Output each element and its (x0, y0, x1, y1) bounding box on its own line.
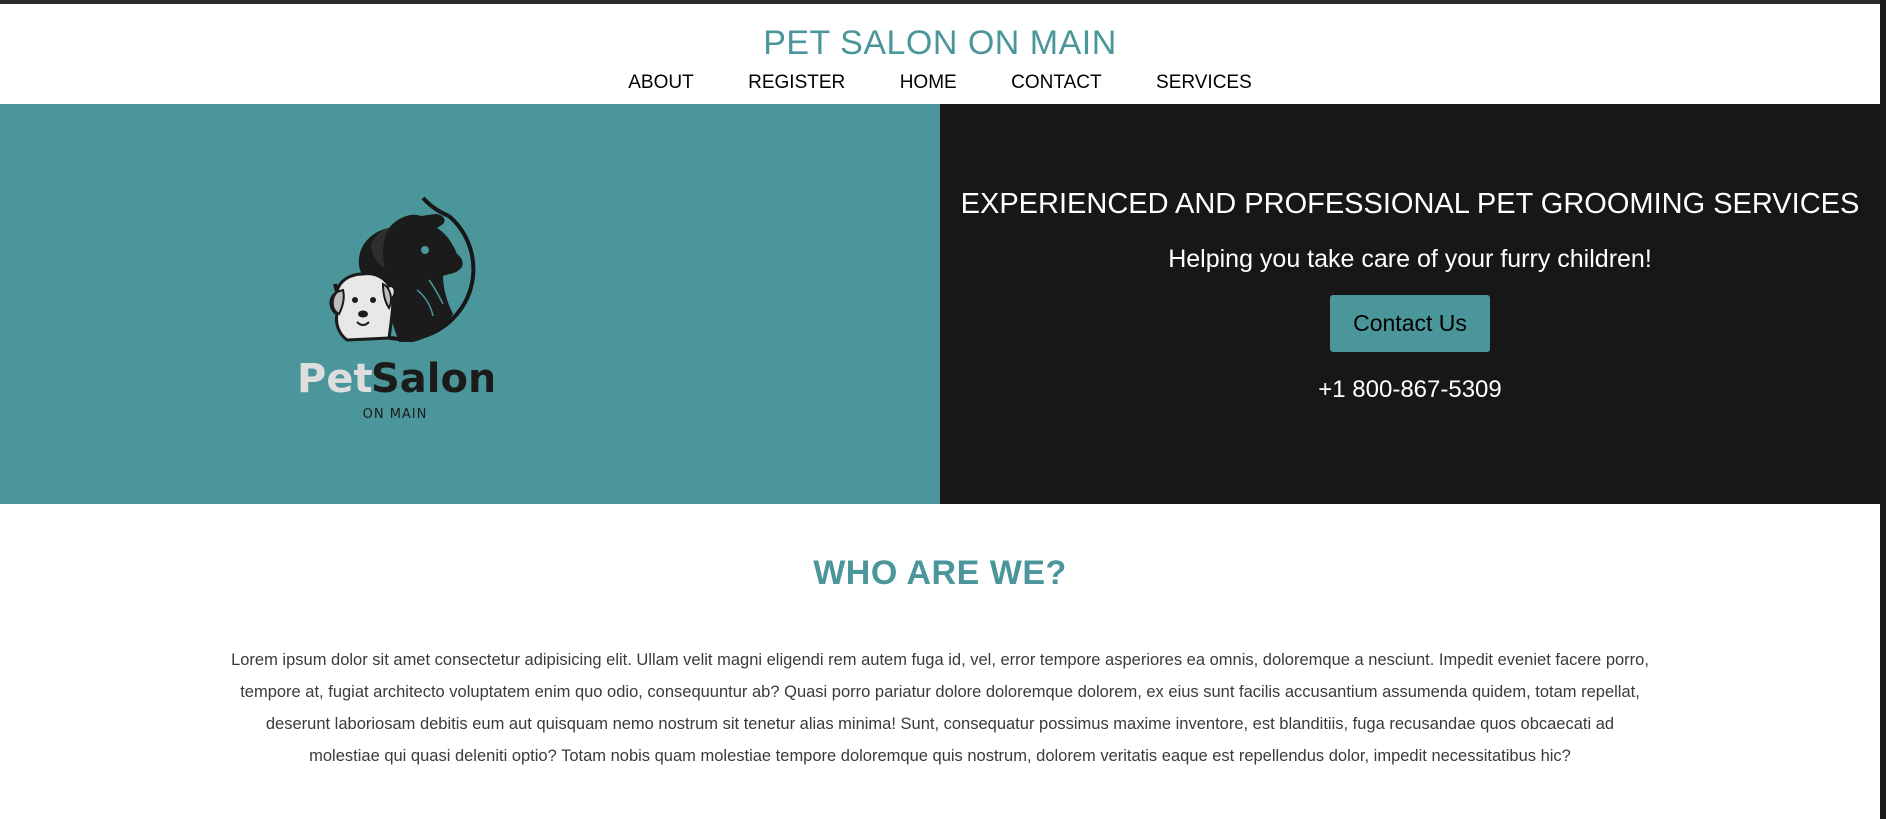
nav-link-services[interactable]: SERVICES (1156, 72, 1252, 94)
nav-link-register[interactable]: REGISTER (748, 72, 845, 94)
logo-word-salon: Salon (371, 356, 493, 402)
page: PET SALON ON MAIN ABOUT REGISTER HOME CO… (0, 0, 1880, 819)
nav-link-about[interactable]: ABOUT (628, 72, 693, 94)
scrollbar-track[interactable] (1880, 0, 1886, 819)
main-nav: ABOUT REGISTER HOME CONTACT SERVICES (0, 72, 1880, 94)
nav-link-home[interactable]: HOME (900, 72, 957, 94)
site-title[interactable]: PET SALON ON MAIN (0, 24, 1880, 63)
contact-us-button[interactable]: Contact Us (1330, 295, 1490, 352)
logo-word-pet: Pet (297, 356, 373, 402)
hero-subheading: Helping you take care of your furry chil… (1168, 245, 1652, 273)
nav-link-contact[interactable]: CONTACT (1011, 72, 1101, 94)
about-text: Lorem ipsum dolor sit amet consectetur a… (231, 651, 1649, 765)
phone-number: +1 800-867-5309 (1318, 376, 1502, 403)
hero-heading: EXPERIENCED AND PROFESSIONAL PET GROOMIN… (960, 188, 1860, 220)
logo-tagline: ON MAIN (363, 407, 428, 422)
dog-and-puppy-logo-icon: Pet Salon ON MAIN (297, 196, 493, 422)
about-section: WHO ARE WE? Lorem ipsum dolor sit amet c… (0, 504, 1880, 819)
hero-logo-panel: Pet Salon ON MAIN (0, 104, 940, 504)
hero-info-panel: EXPERIENCED AND PROFESSIONAL PET GROOMIN… (940, 104, 1880, 504)
about-title: WHO ARE WE? (813, 554, 1067, 592)
site-header: PET SALON ON MAIN ABOUT REGISTER HOME CO… (0, 4, 1880, 104)
hero-section: Pet Salon ON MAIN EXPERIENCED AND PROFES… (0, 104, 1880, 504)
